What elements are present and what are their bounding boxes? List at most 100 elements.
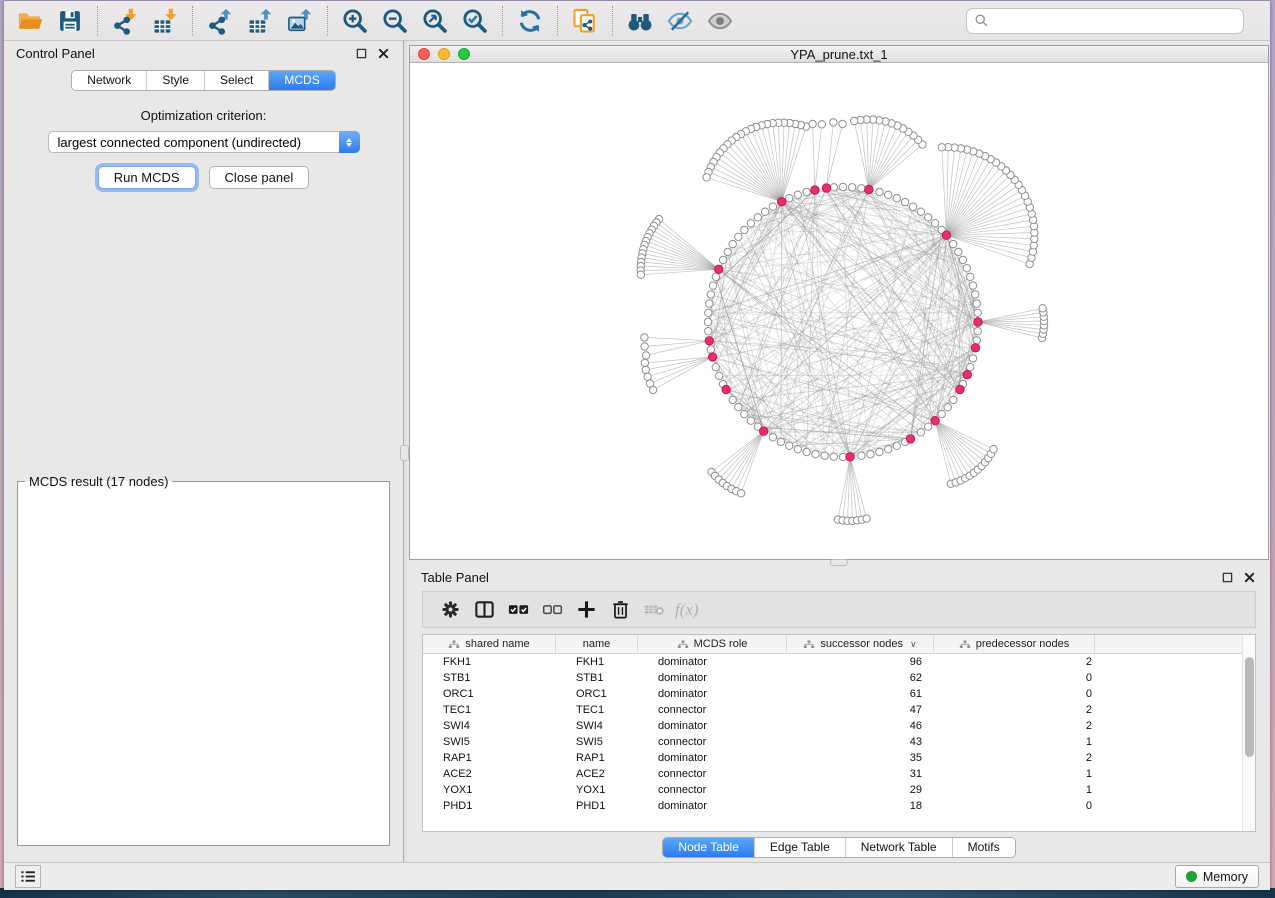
network-node[interactable]: [867, 451, 874, 458]
splitter-grip-icon[interactable]: [400, 445, 409, 461]
network-node[interactable]: [642, 366, 649, 373]
network-node[interactable]: [925, 423, 932, 430]
network-node[interactable]: [973, 337, 980, 344]
network-node[interactable]: [794, 446, 801, 453]
tab-network-table[interactable]: Network Table: [845, 838, 952, 857]
network-node[interactable]: [967, 273, 974, 280]
show-all-button[interactable]: [700, 4, 740, 38]
network-node[interactable]: [724, 248, 731, 255]
save-button[interactable]: [50, 4, 90, 38]
network-node[interactable]: [641, 359, 648, 366]
mcds-node[interactable]: [956, 385, 964, 393]
network-node[interactable]: [963, 265, 970, 272]
splitter-grip-icon[interactable]: [830, 559, 848, 566]
network-node[interactable]: [839, 183, 846, 190]
network-node[interactable]: [851, 117, 858, 124]
network-node[interactable]: [972, 291, 979, 298]
network-node[interactable]: [754, 214, 761, 221]
mcds-node[interactable]: [971, 344, 979, 352]
network-node[interactable]: [917, 208, 924, 215]
network-node[interactable]: [703, 174, 710, 181]
import-table-button[interactable]: [145, 4, 185, 38]
table-row[interactable]: RAP1RAP1dominator352: [423, 750, 1255, 766]
run-mcds-button[interactable]: Run MCDS: [98, 166, 196, 189]
network-node[interactable]: [769, 434, 776, 441]
network-node[interactable]: [1039, 305, 1046, 312]
network-node[interactable]: [818, 121, 825, 128]
search-input[interactable]: [989, 11, 1243, 31]
mcds-node[interactable]: [705, 337, 713, 345]
network-node[interactable]: [712, 273, 719, 280]
network-node[interactable]: [938, 144, 945, 151]
hide-selected-button[interactable]: [660, 4, 700, 38]
network-node[interactable]: [761, 208, 768, 215]
optimization-select[interactable]: largest connected component (undirected): [48, 131, 360, 153]
tab-style[interactable]: Style: [146, 71, 204, 90]
network-node[interactable]: [803, 448, 810, 455]
status-menu-button[interactable]: [15, 865, 41, 888]
mcds-node[interactable]: [846, 453, 854, 461]
tab-motifs[interactable]: Motifs: [952, 838, 1015, 857]
table-row[interactable]: ORC1ORC1dominator610: [423, 686, 1255, 702]
column-header-predecessor-nodes[interactable]: predecessor nodes: [934, 635, 1095, 653]
table-row[interactable]: TEC1TEC1connector472: [423, 702, 1255, 718]
panel-splitter-horizontal[interactable]: [409, 560, 1269, 565]
network-node[interactable]: [863, 515, 870, 522]
network-node[interactable]: [637, 271, 644, 278]
network-node[interactable]: [990, 446, 997, 453]
network-node[interactable]: [885, 191, 892, 198]
tab-network[interactable]: Network: [72, 71, 146, 90]
tab-mcds[interactable]: MCDS: [268, 71, 334, 90]
panel-splitter-vertical[interactable]: [403, 41, 407, 862]
network-node[interactable]: [729, 240, 736, 247]
delete-table-button[interactable]: [637, 595, 671, 625]
export-image-button[interactable]: [280, 4, 320, 38]
table-row[interactable]: PHD1PHD1dominator180: [423, 798, 1255, 814]
network-node[interactable]: [809, 120, 816, 127]
network-node[interactable]: [729, 396, 736, 403]
network-node[interactable]: [974, 309, 981, 316]
export-table-button[interactable]: [240, 4, 280, 38]
network-node[interactable]: [858, 452, 865, 459]
network-node[interactable]: [786, 195, 793, 202]
network-node[interactable]: [839, 120, 846, 127]
column-header-MCDS-role[interactable]: MCDS role: [638, 635, 787, 653]
network-node[interactable]: [938, 410, 945, 417]
network-node[interactable]: [709, 282, 716, 289]
network-node[interactable]: [901, 198, 908, 205]
select-all-button[interactable]: [501, 595, 535, 625]
zoom-fit-button[interactable]: [415, 4, 455, 38]
column-header-successor-nodes[interactable]: successor nodes∨: [787, 635, 934, 653]
network-node[interactable]: [931, 220, 938, 227]
zoom-out-button[interactable]: [375, 4, 415, 38]
network-node[interactable]: [959, 256, 966, 263]
network-node[interactable]: [642, 352, 649, 359]
mcds-node[interactable]: [963, 371, 971, 379]
network-node[interactable]: [876, 188, 883, 195]
network-node[interactable]: [803, 188, 810, 195]
table-row[interactable]: STB1STB1dominator620: [423, 670, 1255, 686]
network-node[interactable]: [830, 119, 837, 126]
network-node[interactable]: [747, 220, 754, 227]
network-node[interactable]: [950, 396, 957, 403]
network-node[interactable]: [707, 346, 714, 353]
close-panel-button[interactable]: Close panel: [209, 166, 310, 189]
table-row[interactable]: FKH1FKH1dominator962: [423, 654, 1255, 670]
network-node[interactable]: [705, 309, 712, 316]
table-row[interactable]: SWI4SWI4dominator462: [423, 718, 1255, 734]
network-node[interactable]: [849, 184, 856, 191]
tab-select[interactable]: Select: [204, 71, 268, 90]
network-node[interactable]: [858, 185, 865, 192]
mcds-node[interactable]: [974, 318, 982, 326]
network-node[interactable]: [969, 282, 976, 289]
mcds-node[interactable]: [722, 385, 730, 393]
network-canvas[interactable]: [410, 63, 1268, 559]
network-node[interactable]: [707, 291, 714, 298]
table-row[interactable]: SWI5SWI5connector431: [423, 734, 1255, 750]
network-node[interactable]: [769, 203, 776, 210]
refresh-button[interactable]: [510, 4, 550, 38]
network-node[interactable]: [909, 203, 916, 210]
network-node[interactable]: [876, 448, 883, 455]
network-node[interactable]: [812, 451, 819, 458]
duplicate-network-button[interactable]: [565, 4, 605, 38]
